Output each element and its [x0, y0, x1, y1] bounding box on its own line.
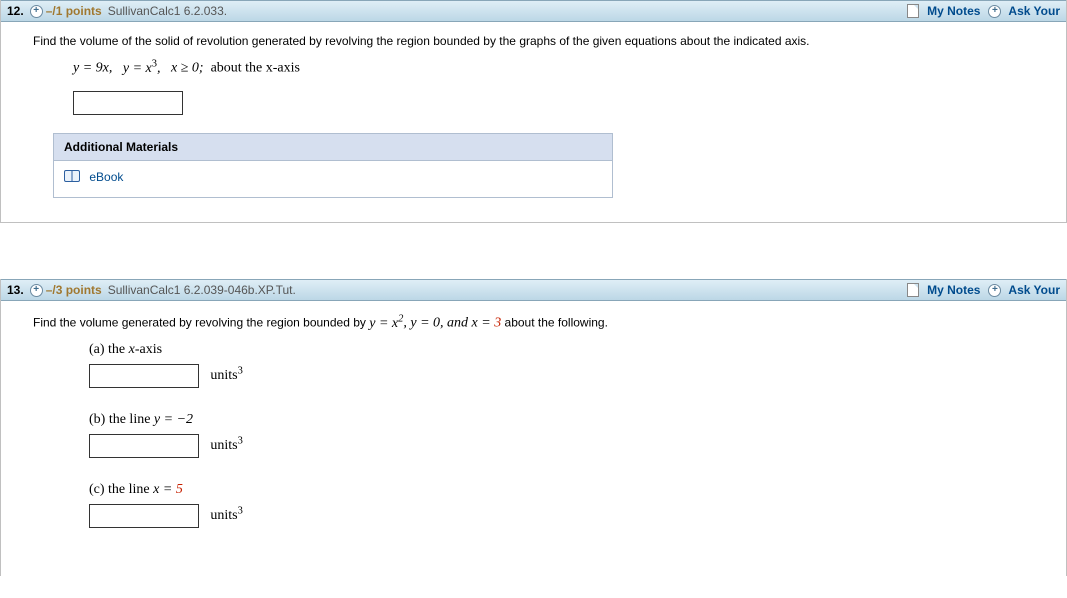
subpart-a: (a) the x-axis units3 — [89, 342, 1034, 388]
eq-xge0: x ≥ 0; — [171, 61, 204, 76]
notes-icon — [907, 283, 919, 297]
red-value-3: 3 — [494, 316, 501, 331]
points-label: –/3 points — [46, 283, 102, 297]
additional-materials: Additional Materials eBook — [53, 133, 613, 199]
subpart-a-label: (a) the x-axis — [89, 342, 1034, 358]
answer-input-12[interactable] — [73, 91, 183, 115]
question-13-body: Find the volume generated by revolving t… — [1, 301, 1066, 576]
units-label: units3 — [210, 438, 242, 453]
answer-input-13c[interactable] — [89, 504, 199, 528]
question-13-header: 13. + –/3 points SullivanCalc1 6.2.039-0… — [1, 279, 1066, 301]
question-prompt: Find the volume generated by revolving t… — [33, 313, 1034, 332]
question-13: 13. + –/3 points SullivanCalc1 6.2.039-0… — [0, 279, 1067, 576]
notes-icon — [907, 4, 919, 18]
expand-icon[interactable]: + — [30, 284, 43, 297]
ask-plus-icon[interactable]: + — [988, 5, 1001, 18]
units-label: units3 — [210, 508, 242, 523]
ask-your-teacher-link[interactable]: Ask Your — [1008, 283, 1060, 297]
my-notes-link[interactable]: My Notes — [927, 4, 980, 18]
eq-yx3: y = x3, — [123, 61, 161, 76]
materials-body: eBook — [54, 161, 612, 198]
spacer — [0, 223, 1067, 279]
book-icon — [64, 170, 80, 182]
answer-input-13b[interactable] — [89, 434, 199, 458]
question-prompt: Find the volume of the solid of revoluti… — [33, 34, 1034, 48]
subparts: (a) the x-axis units3 (b) the line y = −… — [89, 342, 1034, 528]
ask-your-teacher-link[interactable]: Ask Your — [1008, 4, 1060, 18]
points-label: –/1 points — [46, 4, 102, 18]
about-axis: about the x-axis — [211, 61, 300, 76]
source-label: SullivanCalc1 6.2.039-046b.XP.Tut. — [108, 283, 296, 297]
ebook-link[interactable]: eBook — [89, 169, 123, 183]
subpart-c: (c) the line x = 5 units3 — [89, 482, 1034, 528]
expand-icon[interactable]: + — [30, 5, 43, 18]
question-number: 13. — [7, 283, 24, 297]
subpart-b-label: (b) the line y = −2 — [89, 412, 1034, 428]
subpart-c-label: (c) the line x = 5 — [89, 482, 1034, 498]
question-12: 12. + –/1 points SullivanCalc1 6.2.033. … — [0, 0, 1067, 223]
source-label: SullivanCalc1 6.2.033. — [108, 4, 227, 18]
eq-yx2: y = x2 — [369, 316, 403, 331]
subpart-b: (b) the line y = −2 units3 — [89, 412, 1034, 458]
red-value-5: 5 — [176, 482, 183, 497]
eq-y9x: y = 9x, — [73, 61, 112, 76]
ask-plus-icon[interactable]: + — [988, 284, 1001, 297]
equation-line: y = 9x, y = x3, x ≥ 0; about the x-axis — [73, 58, 1034, 77]
question-12-body: Find the volume of the solid of revoluti… — [1, 22, 1066, 222]
units-label: units3 — [210, 368, 242, 383]
materials-header: Additional Materials — [54, 134, 612, 161]
question-12-header: 12. + –/1 points SullivanCalc1 6.2.033. … — [1, 0, 1066, 22]
my-notes-link[interactable]: My Notes — [927, 283, 980, 297]
answer-input-13a[interactable] — [89, 364, 199, 388]
question-number: 12. — [7, 4, 24, 18]
